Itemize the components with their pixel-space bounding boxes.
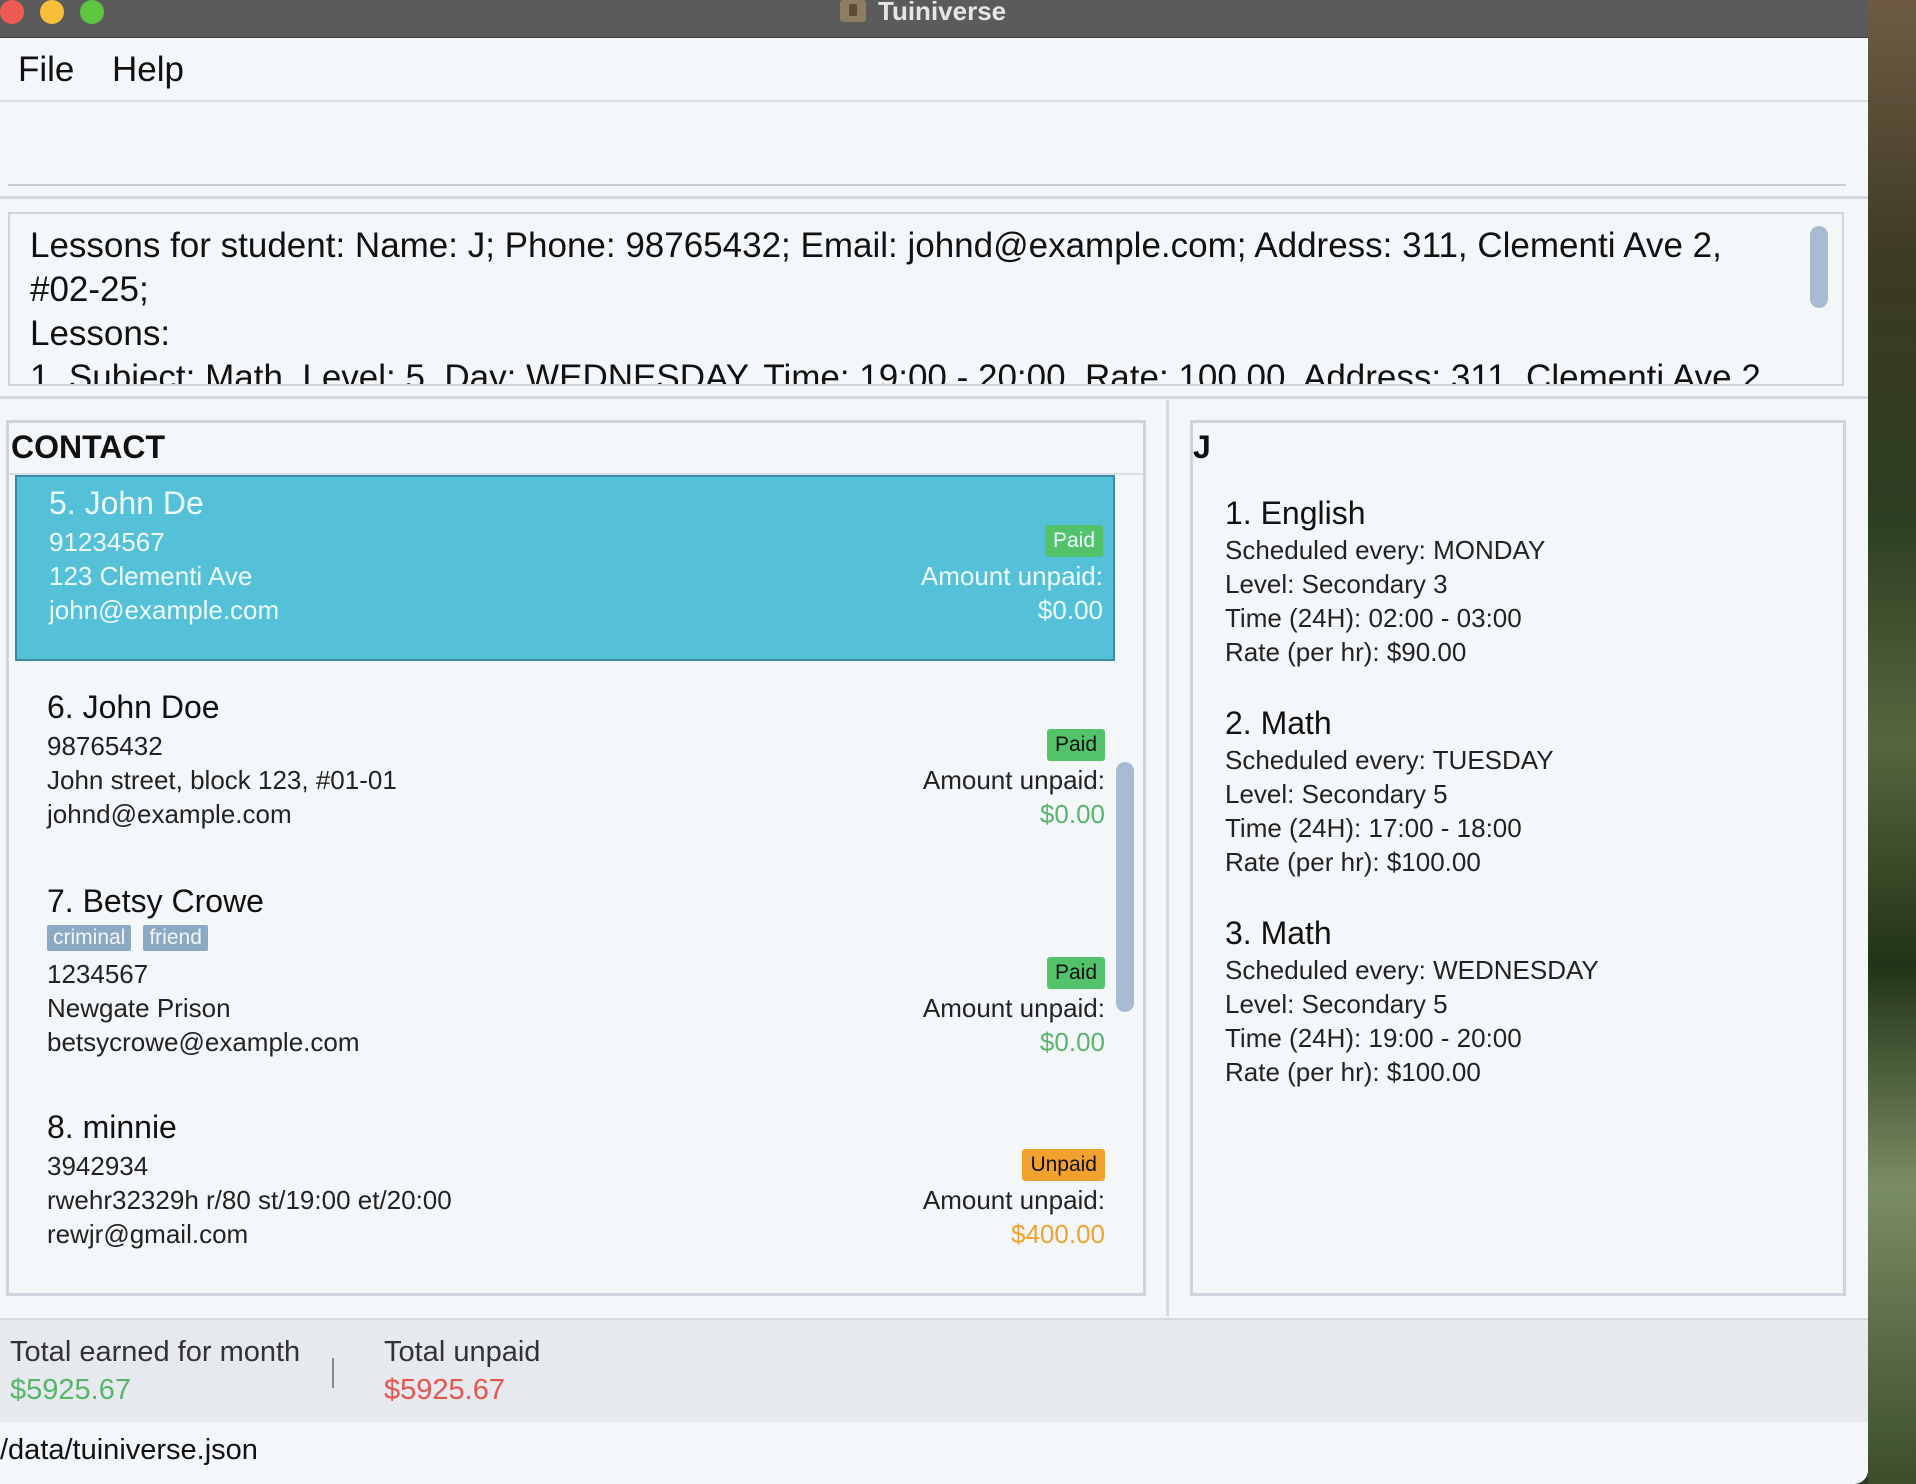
amount-unpaid-label: Amount unpaid:	[920, 561, 1103, 591]
total-unpaid-label: Total unpaid	[384, 1336, 541, 1368]
command-input[interactable]	[8, 104, 1846, 184]
lesson-title: 2. Math	[1225, 705, 1332, 741]
totals-separator	[332, 1358, 334, 1388]
contact-email: rewjr@gmail.com	[47, 1219, 249, 1249]
status-bar: /data/tuiniverse.json	[0, 1422, 1868, 1484]
contact-address: John street, block 123, #01-01	[47, 765, 397, 795]
lesson-title: 1. English	[1225, 495, 1366, 531]
title-bar: Tuiniverse	[0, 0, 1868, 38]
lesson-level: Level: Secondary 3	[1225, 569, 1448, 599]
total-earned-label: Total earned for month	[10, 1336, 301, 1368]
menu-file[interactable]: File	[18, 50, 74, 90]
contact-phone: 3942934	[47, 1151, 149, 1181]
payment-status-badge: Paid	[1046, 957, 1105, 989]
lessons-panel: J 1. English Scheduled every: MONDAY Lev…	[1190, 420, 1846, 1296]
contact-name: 6. John Doe	[47, 689, 220, 725]
contact-panel-title: CONTACT	[11, 429, 166, 465]
contact-card[interactable]: 8. minnie 3942934 rwehr32329h r/80 st/19…	[15, 1101, 1115, 1281]
contact-phone: 91234567	[49, 527, 165, 557]
contact-address: 123 Clementi Ave	[49, 561, 253, 591]
amount-unpaid-label: Amount unpaid:	[922, 993, 1105, 1023]
command-box	[8, 104, 1846, 186]
menu-bar: File Help	[0, 38, 1868, 102]
lesson-item: 2. Math Scheduled every: TUESDAY Level: …	[1225, 703, 1554, 879]
contact-list-scrollbar[interactable]	[1116, 762, 1134, 1012]
contact-card[interactable]: 6. John Doe 98765432 John street, block …	[15, 681, 1115, 851]
contact-address: rwehr32329h r/80 st/19:00 et/20:00	[47, 1185, 452, 1215]
result-scrollbar[interactable]	[1810, 226, 1828, 308]
desktop-background	[1868, 0, 1916, 1484]
contact-phone: 1234567	[47, 959, 149, 989]
payment-status-badge: Paid	[1044, 525, 1103, 557]
amount-unpaid-label: Amount unpaid:	[922, 1185, 1105, 1215]
contact-card-selected[interactable]: 5. John De 91234567 123 Clementi Ave joh…	[15, 475, 1115, 661]
amount-unpaid-value: $400.00	[1011, 1219, 1105, 1249]
contact-card[interactable]: 7. Betsy Crowe criminal friend 1234567 Ne…	[15, 875, 1115, 1075]
app-icon	[840, 0, 866, 22]
contact-phone: 98765432	[47, 731, 163, 761]
lesson-time: Time (24H): 02:00 - 03:00	[1225, 603, 1522, 633]
lesson-title: 3. Math	[1225, 915, 1332, 951]
tag-label: friend	[143, 925, 208, 951]
result-display[interactable]: Lessons for student: Name: J; Phone: 987…	[8, 212, 1844, 386]
app-window: Tuiniverse File Help Lessons for student…	[0, 0, 1868, 1484]
total-unpaid-value: $5925.67	[384, 1374, 505, 1406]
payment-status-badge: Paid	[1046, 729, 1105, 761]
lesson-rate: Rate (per hr): $90.00	[1225, 637, 1467, 667]
lesson-rate: Rate (per hr): $100.00	[1225, 847, 1481, 877]
payment-status-badge: Unpaid	[1022, 1149, 1105, 1181]
contact-tags: criminal friend	[47, 925, 220, 951]
contact-email: john@example.com	[49, 595, 280, 625]
close-window-button[interactable]	[0, 0, 24, 24]
lessons-panel-title: J	[1193, 429, 1211, 465]
window-title: Tuiniverse	[878, 0, 1007, 26]
contact-panel-header: CONTACT	[9, 423, 1143, 475]
maximize-window-button[interactable]	[80, 0, 104, 24]
lesson-schedule: Scheduled every: MONDAY	[1225, 535, 1546, 565]
lesson-schedule: Scheduled every: TUESDAY	[1225, 745, 1554, 775]
contact-name: 8. minnie	[47, 1109, 177, 1145]
result-text: Lessons for student: Name: J; Phone: 987…	[30, 226, 1771, 386]
contact-panel: CONTACT 5. John De 91234567 123 Clementi…	[6, 420, 1146, 1296]
amount-unpaid-label: Amount unpaid:	[922, 765, 1105, 795]
amount-unpaid-value: $0.00	[1039, 1027, 1105, 1057]
lesson-item: 3. Math Scheduled every: WEDNESDAY Level…	[1225, 913, 1599, 1089]
divider	[0, 196, 1868, 199]
data-file-path: /data/tuiniverse.json	[0, 1434, 258, 1466]
lesson-schedule: Scheduled every: WEDNESDAY	[1225, 955, 1599, 985]
amount-unpaid-value: $0.00	[1037, 595, 1103, 625]
lesson-time: Time (24H): 19:00 - 20:00	[1225, 1023, 1522, 1053]
contact-name: 5. John De	[49, 485, 204, 521]
contact-email: johnd@example.com	[47, 799, 292, 829]
lesson-level: Level: Secondary 5	[1225, 989, 1448, 1019]
totals-bar: Total earned for month $5925.67 Total un…	[0, 1318, 1868, 1422]
lesson-item: 1. English Scheduled every: MONDAY Level…	[1225, 493, 1545, 669]
tag-label: criminal	[47, 925, 132, 951]
contact-email: betsycrowe@example.com	[47, 1027, 360, 1057]
contact-list[interactable]: 5. John De 91234567 123 Clementi Ave joh…	[9, 475, 1119, 1293]
divider	[0, 396, 1868, 399]
minimize-window-button[interactable]	[40, 0, 64, 24]
menu-help[interactable]: Help	[112, 50, 184, 90]
lesson-rate: Rate (per hr): $100.00	[1225, 1057, 1481, 1087]
contact-name: 7. Betsy Crowe	[47, 883, 264, 919]
panel-divider	[1166, 400, 1169, 1316]
total-earned-value: $5925.67	[10, 1374, 131, 1406]
contact-address: Newgate Prison	[47, 993, 231, 1023]
lesson-time: Time (24H): 17:00 - 18:00	[1225, 813, 1522, 843]
lesson-level: Level: Secondary 5	[1225, 779, 1448, 809]
amount-unpaid-value: $0.00	[1039, 799, 1105, 829]
